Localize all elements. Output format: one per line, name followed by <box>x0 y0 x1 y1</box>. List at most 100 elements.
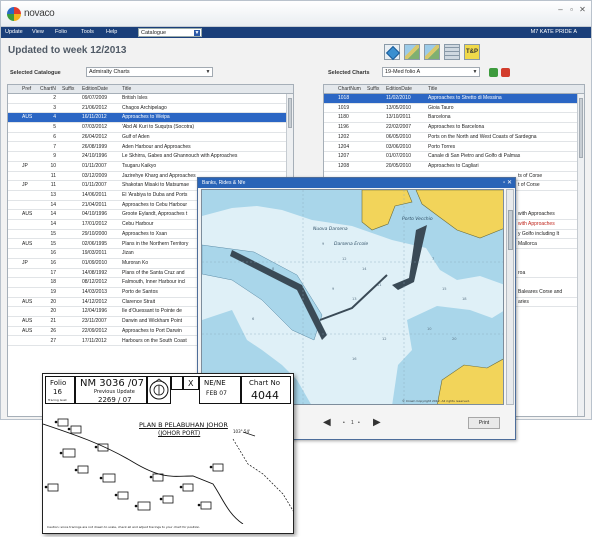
cell-editiondate: 17/01/2012 <box>82 221 108 228</box>
table-row[interactable]: 1208 20/05/2010 Approaches to Cagliari <box>324 162 578 172</box>
col-header-pref[interactable]: Pref <box>22 86 31 92</box>
add-chart-icon[interactable] <box>489 68 498 77</box>
minimize-icon[interactable]: – <box>556 5 565 14</box>
table-row[interactable]: 1018 11/02/2010 Approaches to Stretto di M… <box>324 94 578 104</box>
map-tool-icon[interactable] <box>404 44 420 60</box>
menu-tools[interactable]: Tools <box>81 29 94 35</box>
cell-pref: JP <box>22 182 28 189</box>
menu-folio[interactable]: Folio <box>55 29 67 35</box>
chart-view-icon[interactable] <box>424 44 440 60</box>
cell-chartnum: 7 <box>53 143 56 150</box>
col-header-title[interactable]: Title <box>122 86 131 92</box>
cell-pref: AUS <box>22 211 33 218</box>
cell-chartnum: 9 <box>53 153 56 160</box>
cell-title: y Golfo including It <box>518 230 560 237</box>
cell-title: Gulf of Aden <box>122 133 150 140</box>
maximize-icon[interactable]: ▫ <box>567 5 576 14</box>
tracing-document: Folio 16 Tracing Gust NM 3036 /07 Previo… <box>42 373 294 534</box>
col-header-suffix[interactable]: Suffix <box>62 86 74 92</box>
new-edition-date: FEB 07 <box>206 390 227 397</box>
table-row[interactable]: 1204 03/06/2010 Porto Torres <box>324 143 578 153</box>
cell-editiondate: 01/09/2010 <box>82 259 108 266</box>
svg-text:12: 12 <box>382 337 387 341</box>
table-row[interactable]: 5 07/03/2012 'Abd Al Kuri to Suquțra (Soco… <box>8 123 287 133</box>
chart-preview-scrollbar[interactable] <box>506 189 514 405</box>
cell-pref: AUS <box>22 318 33 325</box>
remove-chart-icon[interactable] <box>501 68 510 77</box>
chevron-down-icon: ▼ <box>194 30 200 36</box>
cell-editiondate: 06/05/2010 <box>386 133 412 140</box>
table-row[interactable]: AUS 4 16/11/2012 Approaches to Weipa <box>8 113 287 124</box>
cell-editiondate: 24/10/1996 <box>82 153 108 160</box>
cell-editiondate: 14/08/1992 <box>82 269 108 276</box>
cell-chartnum: 1204 <box>338 143 350 150</box>
previous-arrow-icon[interactable]: ◀ <box>323 417 331 428</box>
cell-chartnum: 15 <box>50 230 56 237</box>
view-select[interactable]: Catalogue ▼ <box>138 28 202 37</box>
menu-update[interactable]: Update <box>5 29 23 35</box>
svg-text:12: 12 <box>342 257 347 261</box>
cell-editiondate: 12/04/1996 <box>82 308 108 315</box>
print-button[interactable]: Print <box>468 417 500 429</box>
cell-chartnum: 5 <box>53 124 56 131</box>
cell-editiondate: 14/06/2011 <box>82 192 107 198</box>
table-row[interactable]: JP 10 01/11/2007 Tsugaru Kaikyo <box>8 162 287 172</box>
cell-chartnum: 11 <box>50 182 56 189</box>
map-label-darsena-ercole: Darsena Ercole <box>334 241 368 247</box>
table-row[interactable]: 3 21/06/2012 Chagos Archipelago <box>8 104 287 114</box>
scrollbar-thumb[interactable] <box>288 98 292 128</box>
menu-view[interactable]: View <box>32 29 44 35</box>
cell-chartnum: 11 <box>50 172 56 179</box>
table-row[interactable]: 1196 22/02/2007 Approaches to Barcelona <box>324 123 578 133</box>
cell-chartnum: 16 <box>50 250 56 257</box>
window-controls: ▫ ✕ <box>503 178 512 188</box>
cell-editiondate: 14/12/2012 <box>82 298 108 305</box>
col-header-suffix[interactable]: Suffix <box>367 86 379 92</box>
close-icon[interactable]: ✕ <box>578 5 587 14</box>
svg-text:11: 11 <box>377 283 382 287</box>
diamond-tool-icon[interactable] <box>384 44 400 60</box>
cell-pref: JP <box>22 162 28 169</box>
chart-preview-titlebar: Banks, Rides & Nfe ▫ ✕ <box>198 178 515 188</box>
cell-chartnum: 1180 <box>338 114 349 121</box>
table-row[interactable]: 1202 06/05/2010 Ports on the North and Wes… <box>324 133 578 143</box>
catalogue-dropdown[interactable]: Admiralty Charts ▼ <box>86 67 213 77</box>
maximize-icon[interactable]: ▫ <box>503 180 505 186</box>
cell-chartnum: 3 <box>53 104 56 111</box>
table-row[interactable]: 9 24/10/1996 Le Skhirra, Gabes and Ghannou… <box>8 152 287 162</box>
col-header-chartnum[interactable]: ChartNum <box>338 86 361 92</box>
menu-help[interactable]: Help <box>106 29 117 35</box>
charts-table-header: ChartNum Suffix EditionDate Title <box>324 85 584 94</box>
cell-chartnum: 19 <box>50 289 56 295</box>
cell-title: Approaches to Cagliari <box>428 162 479 169</box>
chevron-down-icon: ▼ <box>472 69 478 75</box>
table-row[interactable]: 7 26/08/1999 Aden Harbour and Approaches <box>8 143 287 153</box>
table-row[interactable]: 1019 13/05/2010 Gioia Tauro <box>324 104 578 114</box>
col-header-editiondate[interactable]: EditionDate <box>386 86 412 92</box>
charts-dropdown[interactable]: 19-Med folio A ▼ <box>382 67 480 77</box>
app-logo-text: novaco <box>24 8 55 19</box>
charts-scrollbar[interactable] <box>577 94 584 416</box>
page-title: Updated to week 12/2013 <box>8 45 127 56</box>
new-edition-box: NE/NE FEB 07 <box>199 376 241 404</box>
scrollbar-thumb[interactable] <box>579 98 583 158</box>
tp-tool-icon[interactable]: T&P <box>464 44 480 60</box>
grid-tool-icon[interactable] <box>444 44 460 60</box>
cell-title: with Approaches <box>518 221 555 228</box>
table-row[interactable]: 2 09/07/2009 British Isles <box>8 94 287 104</box>
svg-text:20: 20 <box>452 337 457 341</box>
selected-charts-label: Selected Charts <box>328 70 370 76</box>
cell-pref: AUS <box>22 327 33 334</box>
col-header-chartnum[interactable]: ChartN <box>40 86 56 92</box>
next-arrow-icon[interactable]: ▶ <box>373 417 381 428</box>
close-icon[interactable]: ✕ <box>507 180 512 186</box>
table-row[interactable]: 1207 01/07/2010 Canale di San Pietro and G… <box>324 152 578 162</box>
table-row[interactable]: 1180 13/10/2011 Barcelona <box>324 113 578 124</box>
col-header-editiondate[interactable]: EditionDate <box>82 86 108 92</box>
col-header-title[interactable]: Title <box>428 86 437 92</box>
table-row[interactable]: 6 26/04/2012 Gulf of Aden <box>8 133 287 143</box>
cell-title: Aden Harbour and Approaches <box>122 143 191 150</box>
cell-editiondate: 09/07/2009 <box>82 95 108 101</box>
cell-editiondate: 21/06/2012 <box>82 104 108 111</box>
scrollbar-thumb[interactable] <box>508 210 513 250</box>
